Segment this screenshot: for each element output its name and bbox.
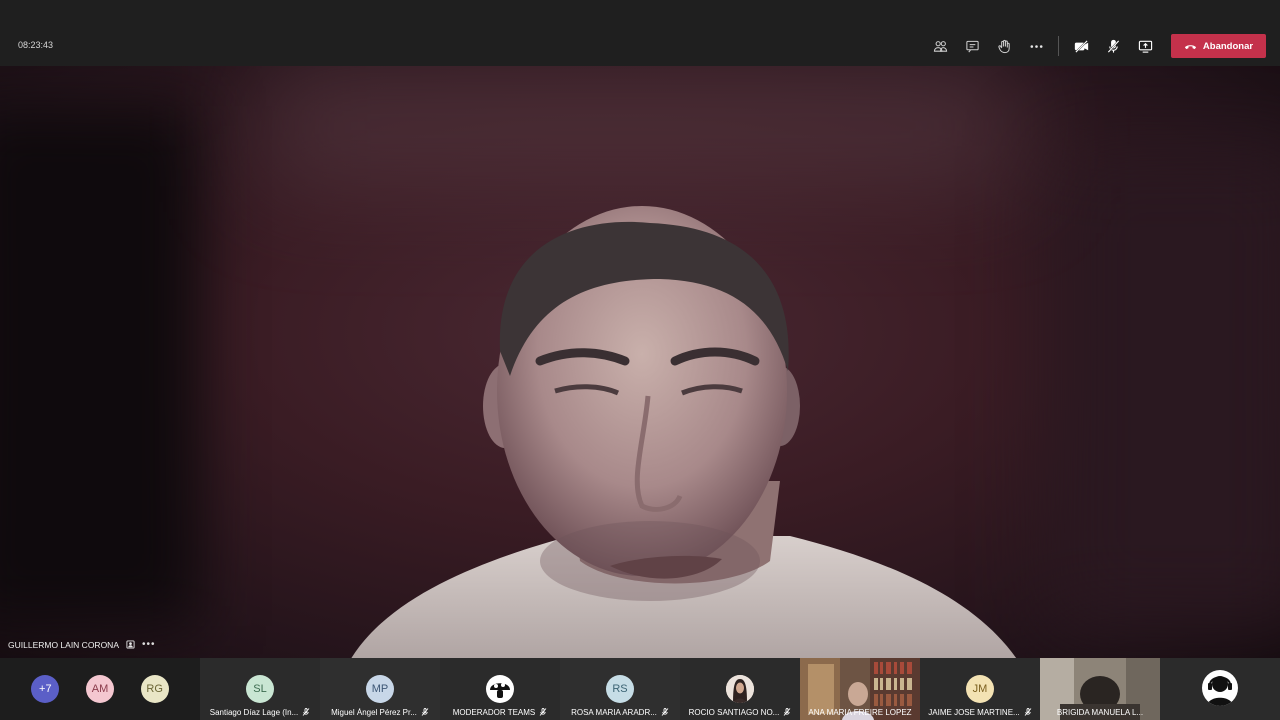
avatar-initials: AM [91, 683, 109, 695]
participant-tile[interactable]: ROCIO SANTIAGO NO... [680, 658, 800, 720]
participants-icon [933, 40, 947, 52]
more-participants-count: +7 [39, 683, 52, 695]
profile-photo-icon [726, 675, 754, 703]
avatar-initials: RG [146, 683, 163, 695]
participant-tile[interactable]: MODERADOR TEAMS [440, 658, 560, 720]
participant-name: JAIME JOSE MARTINE... [920, 708, 1040, 717]
mic-off-icon [539, 708, 547, 716]
meeting-control-bar: 08:23:43 Abandonar [0, 0, 1280, 66]
participant-tile[interactable]: SL Santiago Díaz Lage (In... [200, 658, 320, 720]
avatar-initials: RS [612, 683, 628, 695]
meeting-toolbar: Abandonar [924, 34, 1266, 58]
avatar[interactable]: AM [85, 675, 114, 703]
share-screen-icon [1138, 40, 1152, 53]
avatar: MP [366, 675, 394, 703]
more-options-icon [1030, 44, 1042, 48]
chat-button[interactable] [956, 34, 988, 58]
avatar: SL [246, 675, 274, 703]
meeting-timer: 08:23:43 [18, 40, 54, 50]
avatar[interactable]: RG [140, 675, 169, 703]
avatar: JM [966, 675, 994, 703]
speaker-video [351, 206, 1017, 658]
mic-off-icon [1024, 708, 1032, 716]
participant-tile[interactable]: JM JAIME JOSE MARTINE... [920, 658, 1040, 720]
participant-name: ANA MARIA FREIRE LOPEZ [800, 708, 920, 717]
leave-meeting-label: Abandonar [1202, 40, 1254, 52]
avatar: RS [606, 675, 634, 703]
participant-video-tile[interactable]: BRIGIDA MANUELA L... [1040, 658, 1160, 720]
participant-name: ROSA MARIA ARADR... [560, 708, 680, 717]
raise-hand-icon [997, 39, 1010, 53]
headset-user-icon [1207, 676, 1233, 706]
participant-tile[interactable]: RS ROSA MARIA ARADR... [560, 658, 680, 720]
pin-participant-icon[interactable] [126, 640, 135, 649]
chat-icon [965, 40, 979, 52]
participant-name: MODERADOR TEAMS [440, 708, 560, 717]
participant-strip: +7 AM RG SL Santiago Díaz Lage (In... MP… [0, 658, 1280, 720]
participant-name-text: ANA MARIA FREIRE LOPEZ [808, 708, 912, 717]
participant-name: Santiago Díaz Lage (In... [200, 708, 320, 717]
speaker-name-text: GUILLERMO LAIN CORONA [8, 639, 119, 650]
mic-off-icon [784, 708, 791, 716]
participant-video-tile[interactable]: ANA MARIA FREIRE LOPEZ [800, 658, 920, 720]
speaker-more-options[interactable]: ••• [142, 639, 156, 650]
participant-name-text: ROCIO SANTIAGO NO... [688, 708, 780, 717]
participant-name-text: Miguel Ángel Pérez Pr... [331, 708, 417, 717]
hang-up-icon [1184, 45, 1196, 50]
participant-name-text: Santiago Díaz Lage (In... [209, 708, 299, 717]
avatar-initials: JM [972, 683, 988, 695]
avatar [726, 675, 754, 703]
participant-name-text: MODERADOR TEAMS [452, 708, 536, 717]
mic-off-icon [1107, 39, 1119, 53]
camera-off-icon [1074, 39, 1088, 53]
background-shadow [0, 106, 200, 626]
participant-name-text: JAIME JOSE MARTINE... [928, 708, 1020, 717]
avatar [1202, 670, 1238, 706]
mic-off-icon [421, 708, 429, 716]
participant-name-text: ROSA MARIA ARADR... [571, 708, 657, 717]
share-screen-button[interactable] [1129, 34, 1161, 58]
speaker-name-label: GUILLERMO LAIN CORONA ••• [8, 639, 156, 650]
mic-off-icon [661, 708, 669, 716]
background-shadow [1050, 146, 1280, 626]
participant-name: BRIGIDA MANUELA L... [1040, 708, 1160, 717]
participant-tile[interactable] [1160, 658, 1280, 720]
participant-name: Miguel Ángel Pérez Pr... [320, 708, 440, 717]
raise-hand-button[interactable] [988, 34, 1020, 58]
leave-meeting-button[interactable]: Abandonar [1171, 34, 1266, 58]
overflow-participants: +7 AM RG [0, 658, 200, 720]
avatar-initials: SL [253, 683, 267, 695]
avatar-initials: MP [371, 683, 389, 695]
participants-button[interactable] [924, 34, 956, 58]
participant-name-text: BRIGIDA MANUELA L... [1056, 708, 1144, 717]
main-video-stage: GUILLERMO LAIN CORONA ••• [0, 66, 1280, 658]
camera-toggle-button[interactable] [1065, 34, 1097, 58]
mic-toggle-button[interactable] [1097, 34, 1129, 58]
more-participants-button[interactable]: +7 [31, 675, 60, 703]
mic-off-icon [302, 708, 310, 716]
toolbar-divider [1058, 36, 1059, 56]
participant-name: ROCIO SANTIAGO NO... [680, 708, 800, 717]
more-options-button[interactable] [1020, 34, 1052, 58]
avatar [486, 675, 514, 703]
participant-tile[interactable]: MP Miguel Ángel Pérez Pr... [320, 658, 440, 720]
mushroom-logo-icon [490, 683, 510, 698]
